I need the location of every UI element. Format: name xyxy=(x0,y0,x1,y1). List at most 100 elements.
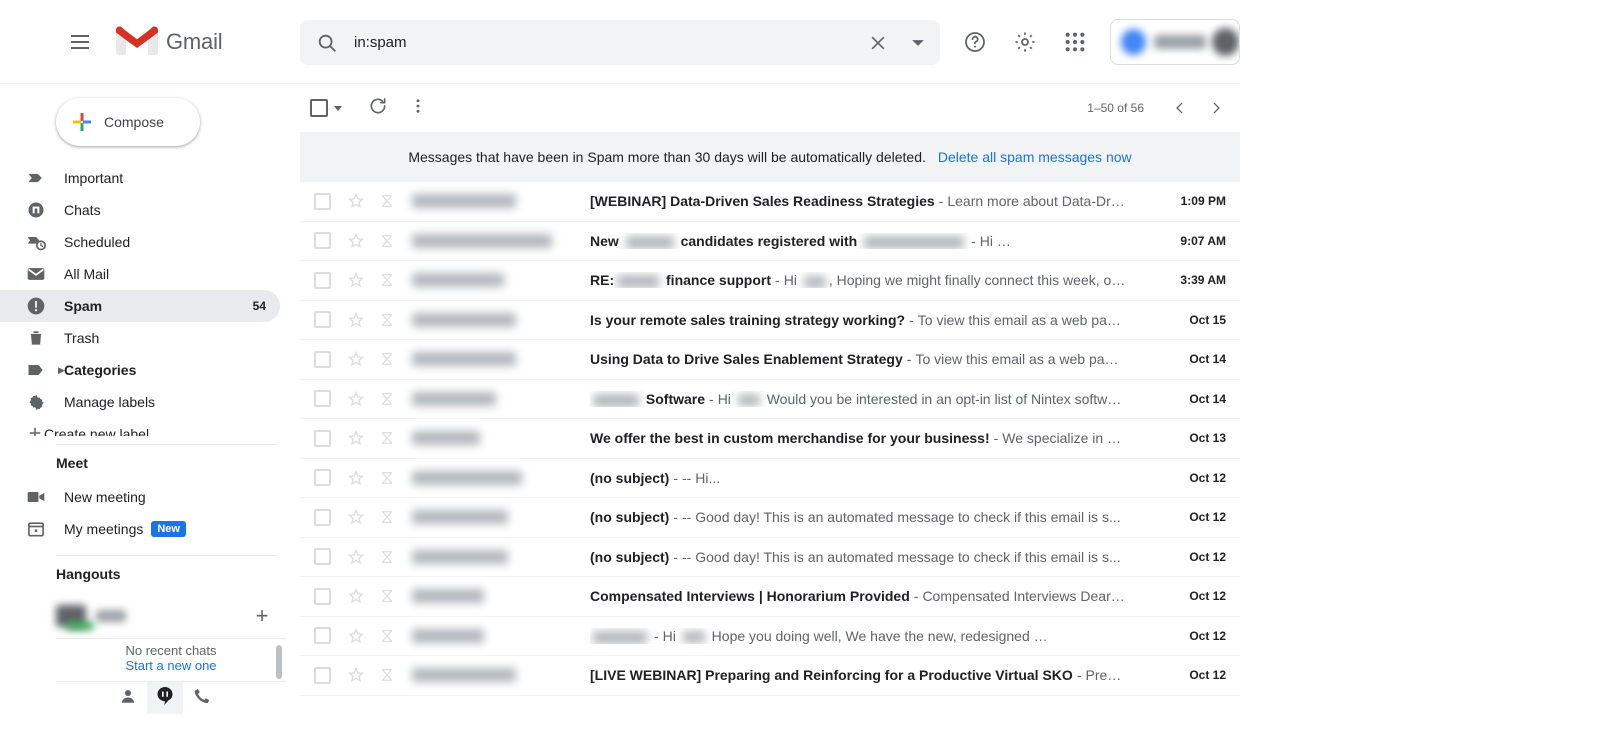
hangouts-scrollbar[interactable] xyxy=(276,645,282,679)
table-row[interactable]: New candidates registered with -Hi 9:07 … xyxy=(300,222,1240,262)
important-marker-icon[interactable] xyxy=(379,549,395,565)
sidebar-item-trash[interactable]: Trash xyxy=(0,322,280,354)
important-marker-icon[interactable] xyxy=(379,430,395,446)
close-icon[interactable] xyxy=(860,33,896,53)
table-row[interactable]: -Hi Hope you doing well, We have the new… xyxy=(300,617,1240,657)
star-icon[interactable] xyxy=(347,271,365,289)
row-checkbox[interactable] xyxy=(314,351,331,368)
row-checkbox[interactable] xyxy=(314,390,331,407)
sender-name xyxy=(395,431,590,445)
row-checkbox[interactable] xyxy=(314,232,331,249)
delete-all-spam-link[interactable]: Delete all spam messages now xyxy=(938,149,1132,165)
table-row[interactable]: (no subject)--- Hi...Oct 12 xyxy=(300,459,1240,499)
table-row[interactable]: (no subject)--- Good day! This is an aut… xyxy=(300,498,1240,538)
chevron-down-icon[interactable] xyxy=(896,36,940,50)
sidebar-item-important[interactable]: Important xyxy=(0,162,280,194)
row-checkbox[interactable] xyxy=(314,311,331,328)
important-marker-icon[interactable] xyxy=(379,391,395,407)
star-icon[interactable] xyxy=(347,390,365,408)
subject-snippet-separator: - xyxy=(935,193,948,209)
row-checkbox[interactable] xyxy=(314,272,331,289)
sidebar-item-manage-labels[interactable]: Manage labels xyxy=(0,386,280,418)
star-icon[interactable] xyxy=(347,350,365,368)
hamburger-menu-icon[interactable] xyxy=(56,18,104,66)
important-marker-icon[interactable] xyxy=(379,628,395,644)
sidebar-item-label: Manage labels xyxy=(64,394,280,410)
sidebar-item-categories[interactable]: ▶ Categories xyxy=(0,354,280,386)
row-checkbox[interactable] xyxy=(314,667,331,684)
apps-grid-icon[interactable] xyxy=(1053,20,1097,64)
important-marker-icon[interactable] xyxy=(379,588,395,604)
important-marker-icon[interactable] xyxy=(379,667,395,683)
gmail-brand[interactable]: Gmail xyxy=(116,26,222,58)
table-row[interactable]: (no subject)--- Good day! This is an aut… xyxy=(300,538,1240,578)
new-badge: New xyxy=(151,521,186,537)
hangouts-tab-calls[interactable] xyxy=(184,682,220,714)
table-row[interactable]: We offer the best in custom merchandise … xyxy=(300,419,1240,459)
hangouts-account[interactable]: + xyxy=(0,594,300,638)
table-row[interactable]: RE: finance support-Hi , Hoping we might… xyxy=(300,261,1240,301)
star-icon[interactable] xyxy=(347,232,365,250)
hangouts-tab-chats[interactable] xyxy=(147,682,183,714)
table-row[interactable]: [WEBINAR] Data-Driven Sales Readiness St… xyxy=(300,182,1240,222)
help-circle-icon[interactable] xyxy=(953,20,997,64)
sidebar-item-spam[interactable]: Spam 54 xyxy=(0,290,280,322)
refresh-button[interactable] xyxy=(358,88,398,128)
subject-snippet-separator: - xyxy=(903,351,916,367)
search-bar[interactable] xyxy=(300,20,940,65)
star-icon[interactable] xyxy=(347,666,365,684)
important-marker-icon[interactable] xyxy=(379,272,395,288)
sidebar-item-new-meeting[interactable]: New meeting xyxy=(0,481,280,513)
gear-icon[interactable] xyxy=(1003,20,1047,64)
previous-page-button[interactable] xyxy=(1162,90,1198,126)
sidebar-item-chats[interactable]: Chats xyxy=(0,194,280,226)
table-row[interactable]: Compensated Interviews | Honorarium Prov… xyxy=(300,577,1240,617)
hangouts-tab-contacts[interactable] xyxy=(110,682,146,714)
important-marker-icon[interactable] xyxy=(379,509,395,525)
row-checkbox[interactable] xyxy=(314,588,331,605)
sidebar-item-create-new-label[interactable]: Create new label xyxy=(0,418,300,436)
chevron-right-icon[interactable]: ▶ xyxy=(58,365,70,376)
sidebar-item-count: 54 xyxy=(253,299,280,313)
table-row[interactable]: [LIVE WEBINAR] Preparing and Reinforcing… xyxy=(300,656,1240,696)
sidebar-item-scheduled[interactable]: Scheduled xyxy=(0,226,280,258)
star-icon[interactable] xyxy=(347,548,365,566)
star-icon[interactable] xyxy=(347,469,365,487)
important-marker-icon[interactable] xyxy=(379,193,395,209)
important-marker-icon[interactable] xyxy=(379,351,395,367)
search-input[interactable] xyxy=(352,33,860,52)
sidebar-item-my-meetings[interactable]: My meetings New xyxy=(0,513,280,545)
email-date: Oct 12 xyxy=(1140,510,1240,524)
row-icons xyxy=(300,271,395,289)
select-all-checkbox[interactable] xyxy=(310,99,342,117)
row-checkbox[interactable] xyxy=(314,509,331,526)
row-checkbox[interactable] xyxy=(314,469,331,486)
star-icon[interactable] xyxy=(347,311,365,329)
star-icon[interactable] xyxy=(347,429,365,447)
hangouts-start-new-link[interactable]: Start a new one xyxy=(56,658,286,673)
more-options-button[interactable] xyxy=(398,88,438,128)
email-subject: (no subject) xyxy=(590,509,669,525)
next-page-button[interactable] xyxy=(1198,90,1234,126)
table-row[interactable]: Using Data to Drive Sales Enablement Str… xyxy=(300,340,1240,380)
star-icon[interactable] xyxy=(347,192,365,210)
sidebar-item-all-mail[interactable]: All Mail xyxy=(0,258,280,290)
email-subject: RE: finance support xyxy=(590,272,771,288)
row-checkbox[interactable] xyxy=(314,430,331,447)
important-marker-icon[interactable] xyxy=(379,312,395,328)
account-avatar[interactable] xyxy=(1110,19,1240,65)
star-icon[interactable] xyxy=(347,587,365,605)
table-row[interactable]: Is your remote sales training strategy w… xyxy=(300,301,1240,341)
chevron-down-icon[interactable] xyxy=(334,106,342,111)
table-row[interactable]: Software-Hi Would you be interested in a… xyxy=(300,380,1240,420)
compose-button[interactable]: Compose xyxy=(56,98,200,146)
star-icon[interactable] xyxy=(347,508,365,526)
email-date: 9:07 AM xyxy=(1140,234,1240,248)
row-checkbox[interactable] xyxy=(314,548,331,565)
important-marker-icon[interactable] xyxy=(379,233,395,249)
important-marker-icon[interactable] xyxy=(379,470,395,486)
plus-icon[interactable]: + xyxy=(250,604,274,628)
row-checkbox[interactable] xyxy=(314,627,331,644)
row-checkbox[interactable] xyxy=(314,193,331,210)
star-icon[interactable] xyxy=(347,627,365,645)
